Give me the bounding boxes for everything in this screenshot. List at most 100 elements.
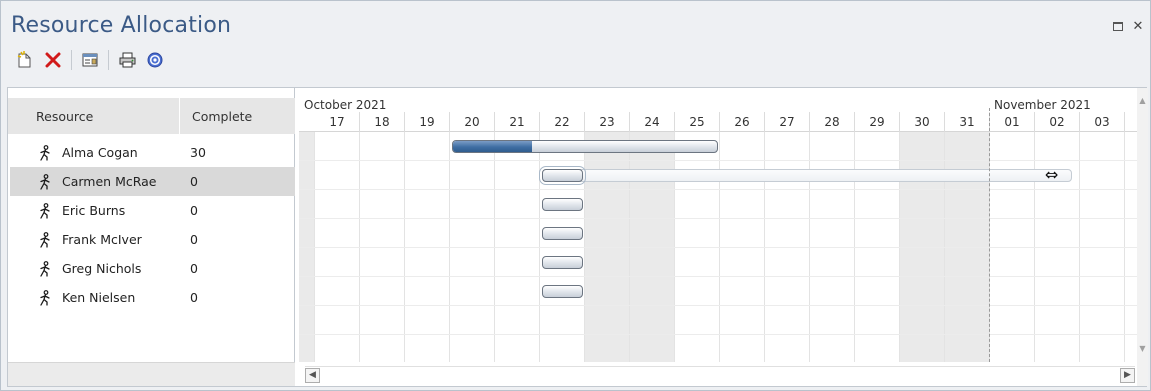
resource-name: Eric Burns — [62, 203, 126, 218]
chevron-left-icon: ◀ — [309, 370, 316, 380]
print-button[interactable] — [115, 48, 139, 72]
resource-list-panel: Resource Complete Alma Cogan 30 Carmen McR… — [8, 88, 295, 386]
allocation-progress — [453, 141, 533, 152]
day-label: 17 — [315, 112, 360, 132]
maximize-icon — [1113, 21, 1123, 31]
day-label: 20 — [450, 112, 495, 132]
properties-button[interactable] — [78, 48, 102, 72]
month-label: October 2021 — [304, 98, 387, 112]
resource-list-footer — [8, 362, 295, 386]
allocation-bar[interactable] — [539, 166, 586, 185]
complete-cell: 30 — [190, 145, 206, 160]
close-button[interactable]: ✕ — [1132, 18, 1144, 34]
print-icon — [119, 52, 135, 68]
resource-name-cell: Carmen McRae — [10, 167, 180, 196]
vertical-scrollbar[interactable]: ▲ ▼ — [1137, 88, 1148, 386]
scroll-down-icon[interactable]: ▼ — [1137, 344, 1148, 356]
window-controls: ✕ — [1112, 18, 1144, 34]
day-label: 01 — [990, 112, 1035, 132]
resource-list-header: Resource Complete — [8, 98, 295, 134]
resource-name: Ken Nielsen — [62, 290, 136, 305]
resource-row[interactable]: Eric Burns 0 — [8, 196, 295, 225]
day-label: 28 — [810, 112, 855, 132]
bar-resize-preview — [542, 169, 1072, 182]
chevron-right-icon: ▶ — [1124, 370, 1131, 380]
complete-cell: 0 — [190, 261, 198, 276]
resource-name: Frank McIver — [62, 232, 142, 247]
resource-column-header[interactable]: Resource — [8, 98, 180, 134]
help-icon — [147, 52, 163, 68]
person-icon — [38, 202, 54, 219]
close-icon: ✕ — [1132, 18, 1144, 34]
allocation-bar[interactable] — [542, 227, 583, 240]
scroll-right-button[interactable]: ▶ — [1120, 368, 1135, 383]
resource-row[interactable]: Frank McIver 0 — [8, 225, 295, 254]
scroll-up-icon[interactable]: ▲ — [1137, 96, 1148, 108]
day-label: 27 — [765, 112, 810, 132]
allocation-bar[interactable] — [542, 256, 583, 269]
properties-icon — [82, 53, 97, 67]
resource-name-cell: Alma Cogan — [10, 138, 180, 167]
help-button[interactable] — [143, 48, 167, 72]
day-label: 30 — [900, 112, 945, 132]
person-icon — [38, 173, 54, 190]
complete-column-header[interactable]: Complete — [180, 98, 295, 134]
day-label: 31 — [945, 112, 990, 132]
delete-button[interactable] — [41, 48, 65, 72]
day-label: 24 — [630, 112, 675, 132]
delete-icon — [45, 52, 61, 68]
person-icon — [38, 260, 54, 277]
month-label: November 2021 — [994, 98, 1091, 112]
allocation-bar[interactable] — [452, 140, 718, 153]
toolbar — [13, 47, 167, 73]
day-header-row: 17 18 19 20 21 22 23 24 25 26 27 28 29 30 31 01 02 03 — [299, 112, 1137, 132]
grid-row-line — [299, 160, 1137, 161]
day-label: 21 — [495, 112, 540, 132]
toolbar-separator — [108, 50, 109, 70]
day-label: 29 — [855, 112, 900, 132]
horizontal-scrollbar[interactable]: ◀ ▶ — [305, 366, 1135, 384]
day-label: 02 — [1035, 112, 1080, 132]
grid-row-line — [299, 276, 1137, 277]
resource-name-cell: Eric Burns — [10, 196, 180, 225]
resource-name: Greg Nichols — [62, 261, 142, 276]
content-area: Resource Complete Alma Cogan 30 Carmen McR… — [7, 87, 1148, 387]
resource-name-cell: Greg Nichols — [10, 254, 180, 283]
toolbar-separator — [71, 50, 72, 70]
new-button[interactable] — [13, 48, 37, 72]
grid-row-line — [299, 305, 1137, 306]
grid-row-line — [299, 218, 1137, 219]
scroll-left-button[interactable]: ◀ — [305, 368, 320, 383]
day-label: 19 — [405, 112, 450, 132]
grid-row-line — [299, 334, 1137, 335]
resource-rows: Alma Cogan 30 Carmen McRae 0 Eric Burns 0 Fran… — [8, 138, 295, 312]
maximize-button[interactable] — [1112, 19, 1124, 33]
resource-name-cell: Ken Nielsen — [10, 283, 180, 312]
resource-row[interactable]: Alma Cogan 30 — [8, 138, 295, 167]
day-label: 18 — [360, 112, 405, 132]
resource-row[interactable]: Greg Nichols 0 — [8, 254, 295, 283]
day-label: 26 — [720, 112, 765, 132]
complete-cell: 0 — [190, 203, 198, 218]
resource-name: Carmen McRae — [62, 174, 157, 189]
person-icon — [38, 144, 54, 161]
person-icon — [38, 231, 54, 248]
complete-cell: 0 — [190, 232, 198, 247]
complete-cell: 0 — [190, 290, 198, 305]
gantt-chart: October 2021 November 2021 17 18 19 20 21 22 2… — [299, 88, 1148, 386]
gantt-grid: ⇔ — [299, 132, 1137, 362]
resource-name-cell: Frank McIver — [10, 225, 180, 254]
window-title: Resource Allocation — [11, 13, 232, 38]
allocation-bar[interactable] — [542, 198, 583, 211]
month-divider — [989, 108, 990, 362]
resource-name: Alma Cogan — [62, 145, 138, 160]
resource-row[interactable]: Carmen McRae 0 — [8, 167, 295, 196]
day-label: 22 — [540, 112, 585, 132]
day-label: 23 — [585, 112, 630, 132]
allocation-bar[interactable] — [542, 285, 583, 298]
day-label: 03 — [1080, 112, 1125, 132]
resize-cursor-icon: ⇔ — [1045, 165, 1059, 184]
person-icon — [38, 289, 54, 306]
resource-row[interactable]: Ken Nielsen 0 — [8, 283, 295, 312]
new-document-icon — [17, 51, 31, 68]
